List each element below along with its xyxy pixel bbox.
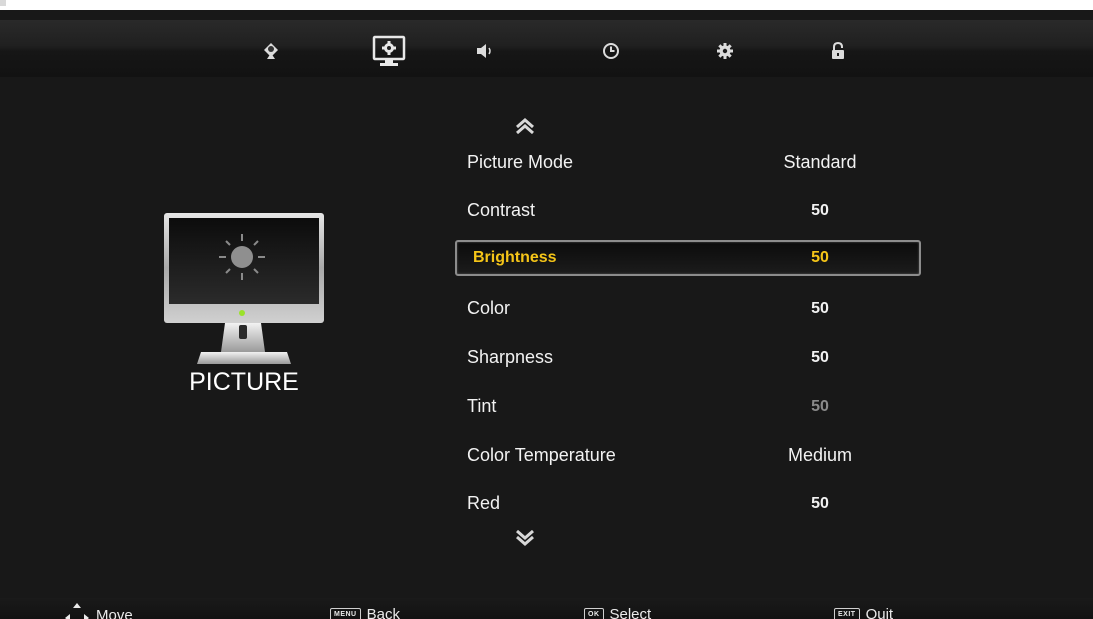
menu-item-value: Standard xyxy=(783,152,857,172)
menu-item-value: 50 xyxy=(811,349,829,366)
menu-item-value: 50 xyxy=(811,398,829,415)
tab-time[interactable] xyxy=(591,34,631,68)
tv-menu-screen: PICTURE Picture Mode Standard Contrast 5… xyxy=(0,10,1093,619)
monitor-gear-icon xyxy=(372,35,406,66)
menu-item-contrast[interactable]: Contrast 50 xyxy=(455,194,921,230)
ok-key-icon: OK xyxy=(584,608,604,619)
menu-item-brightness[interactable]: Brightness 50 xyxy=(455,240,921,276)
double-chevron-up-icon[interactable] xyxy=(515,118,535,134)
menu-item-red[interactable]: Red 50 xyxy=(455,487,921,523)
monitor-brightness-icon xyxy=(163,212,325,369)
tab-lock[interactable] xyxy=(818,34,858,68)
picture-settings-menu: Picture Mode Standard Contrast 50 Bright… xyxy=(455,110,921,570)
menu-item-color-temperature[interactable]: Color Temperature Medium xyxy=(455,439,921,475)
hint-move-label: Move xyxy=(96,606,133,619)
double-chevron-down-icon[interactable] xyxy=(515,530,535,546)
menu-item-label: Contrast xyxy=(467,200,536,220)
menu-item-label: Tint xyxy=(467,396,497,416)
menu-item-value: Medium xyxy=(787,445,853,465)
exit-key-icon: EXIT xyxy=(834,608,860,619)
menu-item-label: Brightness xyxy=(473,249,557,266)
menu-item-label: Red xyxy=(467,493,501,513)
tab-sound[interactable] xyxy=(465,34,505,68)
hint-select-label: Select xyxy=(609,606,652,619)
arrow-keys-icon xyxy=(65,603,89,619)
menu-item-value: 50 xyxy=(811,202,829,219)
hint-select: OK Select xyxy=(584,606,651,619)
corner-marker xyxy=(0,0,6,6)
gear-icon xyxy=(717,43,733,59)
tab-setup[interactable] xyxy=(705,34,745,68)
section-title: PICTURE xyxy=(189,368,299,396)
hint-back: MENU Back xyxy=(330,606,400,619)
menu-item-label: Picture Mode xyxy=(467,152,574,172)
tab-channel[interactable] xyxy=(251,34,291,68)
menu-item-color[interactable]: Color 50 xyxy=(455,292,921,328)
padlock-icon xyxy=(832,42,844,59)
hint-quit: EXIT Quit xyxy=(834,606,893,619)
speaker-icon xyxy=(477,44,491,58)
satellite-dish-icon xyxy=(264,43,278,59)
menu-item-label: Sharpness xyxy=(467,347,554,367)
menu-key-icon: MENU xyxy=(330,608,361,619)
menu-item-sharpness[interactable]: Sharpness 50 xyxy=(455,341,921,377)
hint-back-label: Back xyxy=(366,606,400,619)
menu-item-value: 50 xyxy=(811,300,829,317)
hint-move: Move xyxy=(64,602,133,619)
menu-item-value: 50 xyxy=(811,249,829,266)
menu-item-label: Color Temperature xyxy=(467,445,616,465)
menu-tab-bar xyxy=(0,20,1093,77)
tab-picture[interactable] xyxy=(367,34,411,70)
key-hint-bar: Move MENU Back OK Select EXIT Quit xyxy=(0,598,1093,619)
menu-item-picture-mode[interactable]: Picture Mode Standard xyxy=(455,146,921,182)
menu-item-label: Color xyxy=(467,298,511,318)
clock-icon xyxy=(603,43,619,59)
menu-item-tint[interactable]: Tint 50 xyxy=(455,390,921,426)
menu-item-value: 50 xyxy=(811,495,829,512)
hint-quit-label: Quit xyxy=(865,606,894,619)
